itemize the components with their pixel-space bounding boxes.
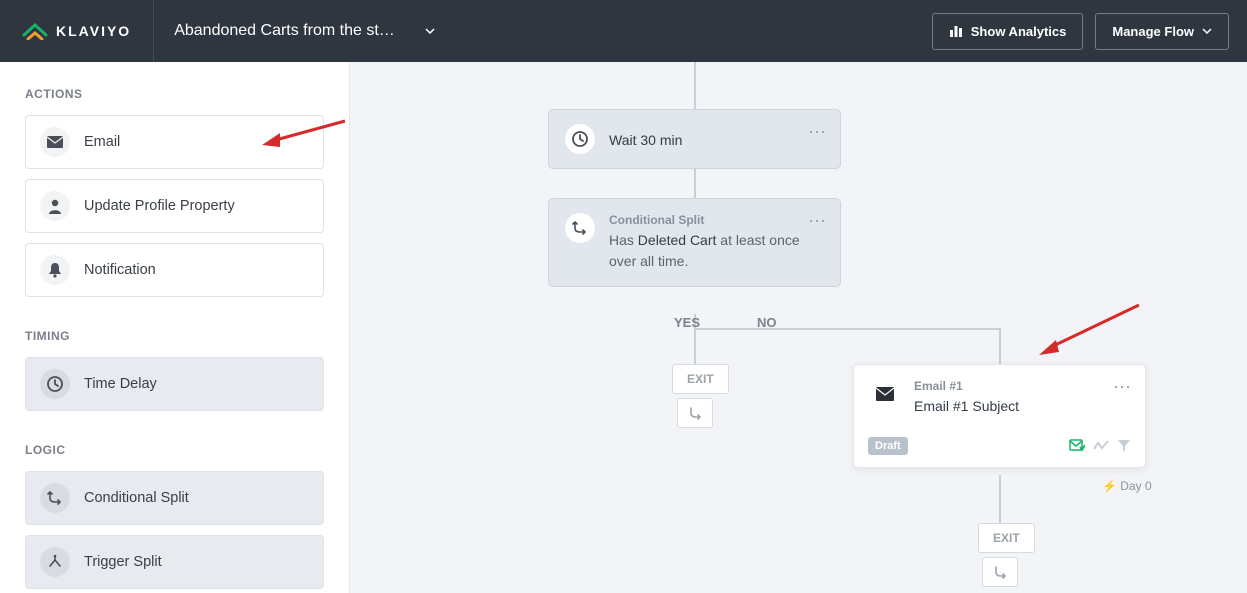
- palette-label: Update Profile Property: [84, 198, 235, 214]
- palette-label: Time Delay: [84, 376, 157, 392]
- section-title-timing: TIMING: [25, 329, 324, 343]
- connector: [999, 475, 1001, 523]
- path-label-no: NO: [757, 315, 777, 330]
- branch-icon: [572, 220, 588, 236]
- smart-send-icon: [1069, 439, 1085, 453]
- clock-icon: [47, 376, 63, 392]
- insert-icon: [993, 565, 1007, 579]
- email-icon: [876, 387, 894, 401]
- section-title-logic: LOGIC: [25, 443, 324, 457]
- analytics-icon: [1093, 439, 1109, 453]
- flow-title-dropdown[interactable]: Abandoned Carts from the st…: [154, 22, 455, 40]
- bell-icon: [48, 262, 62, 278]
- node-actions-button[interactable]: ⋯: [808, 122, 826, 143]
- connector: [694, 62, 696, 109]
- connector: [694, 328, 696, 364]
- bar-chart-icon: [949, 25, 963, 37]
- brand-logo[interactable]: KLAVIYO: [0, 0, 154, 62]
- component-palette: ACTIONS Email Update Profile Property No…: [0, 62, 350, 593]
- branch-icon: [47, 490, 63, 506]
- exit-chip[interactable]: EXIT: [978, 523, 1035, 553]
- clock-icon: [572, 131, 588, 147]
- klaviyo-logo-icon: [22, 22, 48, 40]
- annotation-arrow: [1034, 300, 1144, 360]
- path-label-yes: YES: [674, 315, 700, 330]
- palette-item-time-delay[interactable]: Time Delay: [25, 357, 324, 411]
- flow-title: Abandoned Carts from the st…: [174, 22, 395, 40]
- node-actions-button[interactable]: ⋯: [808, 211, 826, 232]
- chevron-down-icon: [425, 28, 435, 34]
- show-analytics-button[interactable]: Show Analytics: [932, 13, 1084, 50]
- palette-label: Email: [84, 134, 120, 150]
- trigger-split-icon: [47, 554, 63, 570]
- filter-icon: [1117, 439, 1131, 453]
- palette-label: Conditional Split: [84, 490, 189, 506]
- status-badge: Draft: [868, 437, 908, 455]
- palette-item-email[interactable]: Email: [25, 115, 324, 169]
- email-node[interactable]: Email #1 Email #1 Subject ⋯ Draft: [853, 364, 1146, 468]
- email-icon: [47, 136, 63, 148]
- connector: [694, 328, 1000, 330]
- flow-canvas[interactable]: Wait 30 min ⋯ Conditional Split Has Dele…: [350, 62, 1247, 593]
- section-title-actions: ACTIONS: [25, 87, 324, 101]
- palette-label: Notification: [84, 262, 156, 278]
- brand-text: KLAVIYO: [56, 23, 131, 39]
- palette-item-notification[interactable]: Notification: [25, 243, 324, 297]
- add-step-button[interactable]: [982, 557, 1018, 587]
- person-icon: [48, 198, 62, 214]
- exit-chip[interactable]: EXIT: [672, 364, 729, 394]
- day-label: ⚡ Day 0: [1102, 479, 1152, 493]
- chevron-down-icon: [1202, 28, 1212, 34]
- add-step-button[interactable]: [677, 398, 713, 428]
- insert-icon: [688, 406, 702, 420]
- email-subject: Email #1 Subject: [914, 396, 1019, 417]
- manage-flow-button[interactable]: Manage Flow: [1095, 13, 1229, 50]
- palette-item-update-profile[interactable]: Update Profile Property: [25, 179, 324, 233]
- node-actions-button[interactable]: ⋯: [1113, 377, 1131, 398]
- palette-label: Trigger Split: [84, 554, 162, 570]
- palette-item-trigger-split[interactable]: Trigger Split: [25, 535, 324, 589]
- connector: [999, 328, 1001, 364]
- split-condition-text: Has Deleted Cart at least once over all …: [609, 230, 824, 272]
- palette-item-conditional-split[interactable]: Conditional Split: [25, 471, 324, 525]
- connector: [694, 168, 696, 198]
- wait-node[interactable]: Wait 30 min ⋯: [548, 109, 841, 169]
- conditional-split-node[interactable]: Conditional Split Has Deleted Cart at le…: [548, 198, 841, 287]
